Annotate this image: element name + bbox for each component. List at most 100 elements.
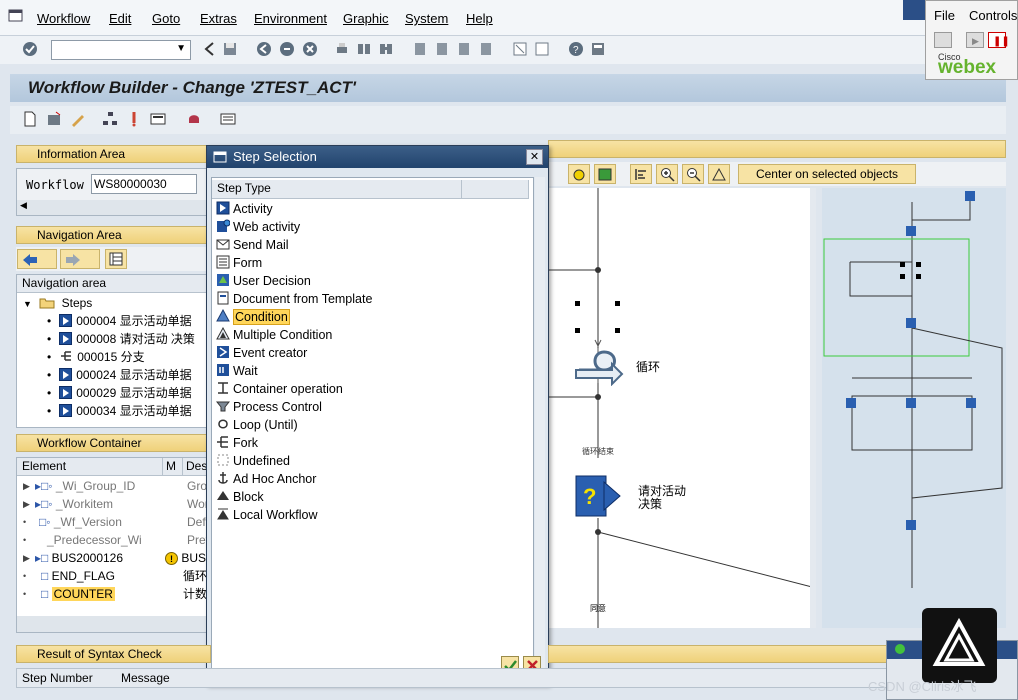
step-type-document-from-template[interactable]: Document from Template (216, 290, 372, 308)
next-page-icon[interactable] (456, 41, 472, 57)
nav-back-button[interactable] (17, 249, 57, 269)
zoom-out-button[interactable] (682, 164, 704, 184)
container-row[interactable]: ▶ ▸□ BUS2000126 (23, 549, 123, 567)
navigation-area-header[interactable]: Navigation Area (16, 226, 211, 244)
command-field[interactable]: ▼ (51, 40, 191, 60)
step-type-column-header[interactable]: Step Type (212, 180, 462, 199)
horizontal-scrollbar[interactable]: ◀ (17, 200, 211, 215)
menu-system[interactable]: System (405, 11, 448, 26)
syntax-check-header[interactable]: Result of Syntax Check (16, 645, 211, 663)
list-icon[interactable] (220, 111, 236, 127)
step-type-activity[interactable]: Activity (216, 200, 273, 218)
menu-workflow[interactable]: Workflow (37, 11, 90, 26)
step-type-local-workflow[interactable]: Local Workflow (216, 506, 318, 524)
enter-icon[interactable] (22, 41, 38, 57)
col-message[interactable]: Message (121, 671, 170, 685)
tree-root-steps[interactable]: ▼ Steps (23, 294, 92, 312)
container-scrollbar[interactable] (17, 616, 211, 632)
step-type-ad-hoc-anchor[interactable]: Ad Hoc Anchor (216, 470, 316, 488)
test-icon[interactable] (186, 111, 202, 127)
step-type-multiple-condition[interactable]: Multiple Condition (216, 326, 332, 344)
system-menu-icon[interactable] (8, 9, 24, 23)
tree-item-step[interactable]: • 000008 请对活动 决策 (47, 330, 195, 348)
workflow-id-field[interactable]: WS80000030 (91, 174, 197, 194)
webex-menu-file[interactable]: File (934, 8, 955, 23)
dialog-scrollbar[interactable] (535, 177, 545, 674)
step-type-block[interactable]: Block (216, 488, 264, 506)
syntax-check-icon[interactable] (150, 111, 166, 127)
back-icon[interactable] (256, 41, 272, 57)
center-selected-button[interactable]: Center on selected objects (738, 164, 916, 184)
container-row[interactable]: ▶ ▸□◦ _Workitem (23, 495, 113, 513)
zoom-in-button[interactable] (656, 164, 678, 184)
step-type-send-mail[interactable]: Send Mail (216, 236, 289, 254)
back-arrow-icon[interactable] (202, 41, 218, 57)
overview-panel[interactable] (822, 188, 1006, 628)
webex-pause-button[interactable]: ❚❚ (988, 32, 1010, 48)
fork-icon (61, 351, 72, 361)
align-button[interactable] (630, 164, 652, 184)
step-type-event-creator[interactable]: Event creator (216, 344, 307, 362)
print-icon[interactable] (334, 41, 350, 57)
col-element[interactable]: Element (17, 458, 163, 476)
previous-page-icon[interactable] (434, 41, 450, 57)
step-type-user-decision[interactable]: User Decision (216, 272, 311, 290)
nav-tree-button[interactable] (105, 249, 127, 269)
fit-button[interactable] (708, 164, 730, 184)
other-workflow-icon[interactable] (46, 111, 62, 127)
webex-menu-controls[interactable]: Controls (969, 8, 1017, 23)
container-row[interactable]: • □◦ _Wf_Version (23, 513, 122, 531)
hierarchy-icon[interactable] (102, 111, 118, 127)
tree-item-step[interactable]: • 000034 显示活动单据 (47, 402, 192, 420)
graphic-tool-button[interactable] (568, 164, 590, 184)
layout-menu-icon[interactable] (590, 41, 606, 57)
menu-edit[interactable]: Edit (109, 11, 131, 26)
close-icon[interactable]: ✕ (526, 149, 543, 165)
container-row[interactable]: • _Predecessor_Wi (23, 531, 142, 549)
step-type-loop-until[interactable]: Loop (Until) (216, 416, 298, 434)
cancel-icon[interactable] (302, 41, 318, 57)
workflow-graphic[interactable]: 循环 循环结束 ? 请对活动 决策 同意 (548, 188, 816, 628)
change-mode-icon[interactable] (70, 111, 86, 127)
step-type-condition[interactable]: Condition (216, 308, 290, 326)
step-type-process-control[interactable]: Process Control (215, 398, 322, 416)
workflow-container-header[interactable]: Workflow Container (16, 434, 211, 452)
menu-graphic[interactable]: Graphic (343, 11, 389, 26)
step-type-web-activity[interactable]: Web activity (216, 218, 300, 236)
information-area-header[interactable]: Information Area (16, 145, 211, 163)
menu-help[interactable]: Help (466, 11, 493, 26)
find-next-icon[interactable] (378, 41, 394, 57)
step-type-undefined[interactable]: Undefined (216, 452, 290, 470)
menu-environment[interactable]: Environment (254, 11, 327, 26)
activate-icon[interactable] (126, 111, 142, 127)
webex-play-button[interactable]: ▶ (966, 32, 984, 48)
nav-forward-button[interactable] (60, 249, 100, 269)
tree-item-step[interactable]: • 000015 分支 (47, 348, 145, 366)
exit-icon[interactable] (279, 41, 295, 57)
help-icon[interactable]: ? (568, 41, 584, 57)
step-type-fork[interactable]: Fork (216, 434, 258, 452)
step-type-container-operation[interactable]: Container operation (216, 380, 343, 398)
menu-goto[interactable]: Goto (152, 11, 180, 26)
new-session-icon[interactable] (512, 41, 528, 57)
col-step-number[interactable]: Step Number (22, 671, 93, 685)
tree-item-step[interactable]: • 000004 显示活动单据 (47, 312, 192, 330)
first-page-icon[interactable] (412, 41, 428, 57)
shortcut-icon[interactable] (534, 41, 550, 57)
new-document-icon[interactable] (22, 111, 38, 127)
graphic-tool-button[interactable] (594, 164, 616, 184)
container-row[interactable]: ▶ ▸□◦ _Wi_Group_ID (23, 477, 135, 495)
save-icon[interactable] (222, 41, 238, 57)
container-row[interactable]: • □ END_FLAG (23, 567, 115, 585)
col-m[interactable]: M (163, 458, 183, 476)
last-page-icon[interactable] (478, 41, 494, 57)
tree-item-step[interactable]: • 000024 显示活动单据 (47, 366, 192, 384)
webex-folder-button[interactable] (934, 32, 952, 48)
container-row[interactable]: • □ COUNTER (23, 585, 115, 603)
step-type-form[interactable]: Form (216, 254, 262, 272)
menu-extras[interactable]: Extras (200, 11, 237, 26)
find-icon[interactable] (356, 41, 372, 57)
tree-item-step[interactable]: • 000029 显示活动单据 (47, 384, 192, 402)
window-control[interactable] (903, 0, 927, 20)
step-type-wait[interactable]: Wait (216, 362, 258, 380)
